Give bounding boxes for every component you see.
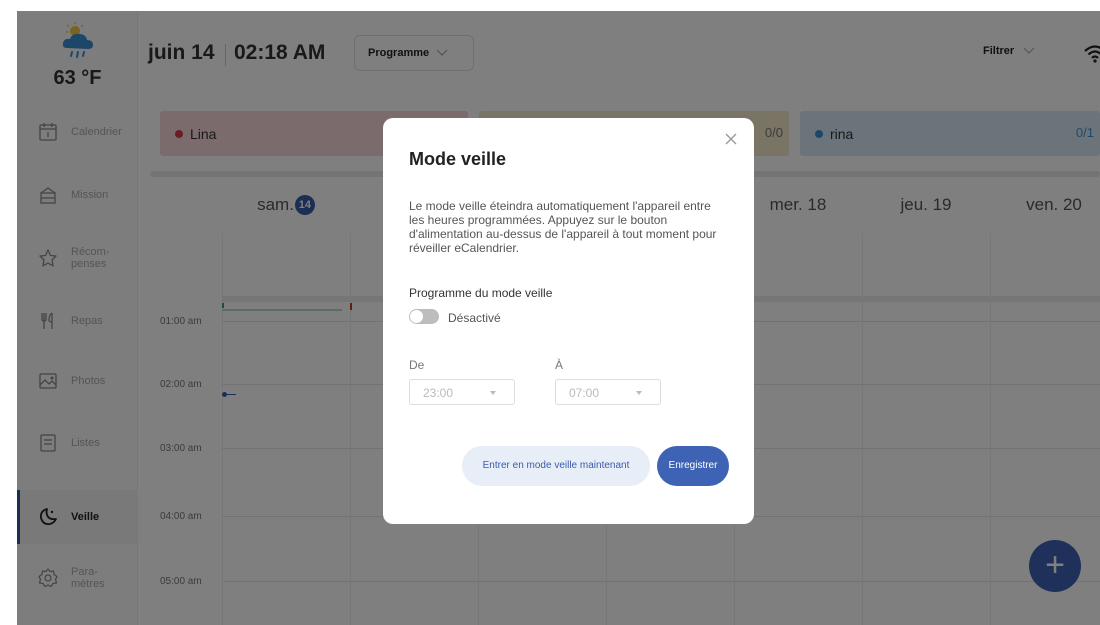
close-icon[interactable] — [723, 131, 739, 147]
sleep-schedule-toggle[interactable] — [409, 309, 439, 324]
toggle-status-label: Désactivé — [448, 311, 501, 325]
save-button[interactable]: Enregistrer — [657, 446, 729, 486]
from-time-value: 23:00 — [423, 386, 454, 400]
enter-sleep-now-button[interactable]: Entrer en mode veille maintenant — [462, 446, 650, 486]
caret-down-icon — [636, 391, 642, 395]
to-label: À — [555, 358, 564, 372]
to-time-select[interactable]: 07:00 — [555, 379, 661, 405]
from-time-select[interactable]: 23:00 — [409, 379, 515, 405]
toggle-knob — [410, 310, 423, 323]
schedule-section-label: Programme du mode veille — [409, 286, 553, 300]
sleep-mode-dialog: Mode veille Le mode veille éteindra auto… — [383, 118, 754, 524]
dialog-title: Mode veille — [409, 149, 507, 169]
caret-down-icon — [490, 391, 496, 395]
to-time-value: 07:00 — [569, 386, 600, 400]
dialog-description: Le mode veille éteindra automatiquement … — [409, 199, 717, 255]
from-label: De — [409, 358, 425, 372]
